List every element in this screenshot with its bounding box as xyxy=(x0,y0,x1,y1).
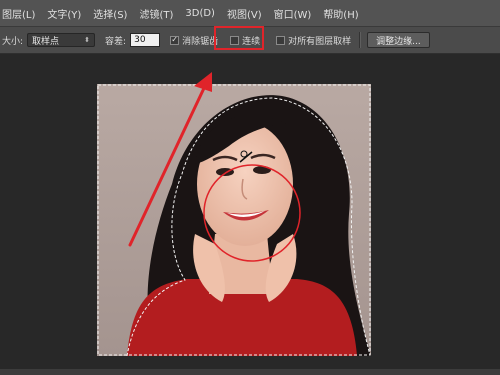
contiguous-highlight-box xyxy=(214,26,264,50)
sample-size-dropdown[interactable]: 取样点 ⬍ xyxy=(27,33,96,47)
tolerance-input[interactable]: 30 xyxy=(130,33,161,47)
menu-filter[interactable]: 滤镜(T) xyxy=(133,0,179,26)
chevron-down-icon: ⬍ xyxy=(84,36,91,44)
refine-edge-button[interactable]: 调整边缘... xyxy=(367,32,430,48)
menu-3d[interactable]: 3D(D) xyxy=(179,0,221,26)
check-icon: ✓ xyxy=(171,35,178,44)
tolerance-label: 容差: xyxy=(105,36,127,47)
magic-wand-cursor-icon xyxy=(239,150,253,163)
sample-size-value: 取样点 xyxy=(32,36,60,47)
annotation-overlay xyxy=(128,72,301,262)
menu-select[interactable]: 选择(S) xyxy=(87,0,133,26)
menu-bar: 图层(L) 文字(Y) 选择(S) 滤镜(T) 3D(D) 视图(V) 窗口(W… xyxy=(0,0,500,27)
antialias-checkbox[interactable]: ✓ xyxy=(170,35,180,45)
antialias-label: 消除锯齿 xyxy=(182,36,219,47)
sample-all-layers-option[interactable]: 对所有图层取样 xyxy=(276,34,351,47)
menu-window[interactable]: 窗口(W) xyxy=(268,0,318,26)
menu-layer[interactable]: 图层(L) xyxy=(0,0,41,26)
annotation-circle xyxy=(203,164,301,262)
status-strip xyxy=(0,369,500,375)
options-divider xyxy=(359,32,362,48)
canvas-workspace[interactable] xyxy=(0,54,500,370)
sample-all-layers-checkbox[interactable] xyxy=(276,35,286,45)
sample-size-label: 大小: xyxy=(2,36,24,47)
photoshop-window: 图层(L) 文字(Y) 选择(S) 滤镜(T) 3D(D) 视图(V) 窗口(W… xyxy=(0,0,500,375)
menu-view[interactable]: 视图(V) xyxy=(221,0,268,26)
antialias-option[interactable]: ✓ 消除锯齿 xyxy=(170,34,218,47)
menu-type[interactable]: 文字(Y) xyxy=(41,0,87,26)
menu-help[interactable]: 帮助(H) xyxy=(317,0,364,26)
annotation-arrow-icon xyxy=(128,72,212,247)
sample-all-layers-label: 对所有图层取样 xyxy=(288,36,352,47)
